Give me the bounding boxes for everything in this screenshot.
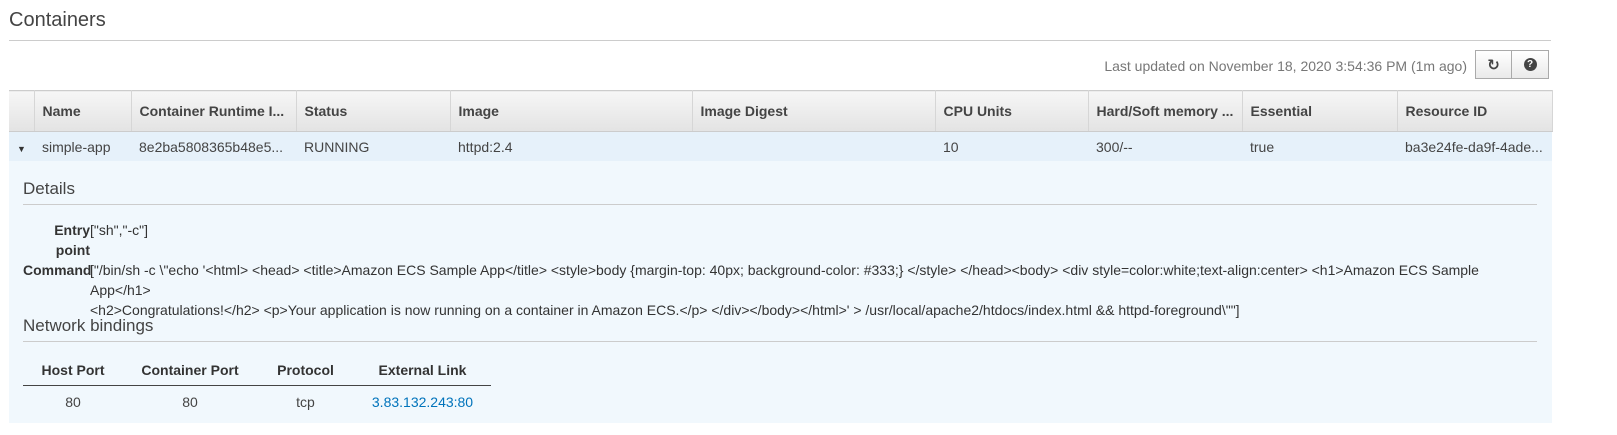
cell-name: simple-app xyxy=(34,131,131,162)
help-button[interactable]: ? xyxy=(1512,50,1549,79)
expand-column-header xyxy=(9,90,35,132)
nb-header-protocol: Protocol xyxy=(257,355,354,386)
column-header-image-digest[interactable]: Image Digest xyxy=(692,90,936,132)
nb-header-container-port: Container Port xyxy=(123,355,257,386)
network-bindings-heading: Network bindings xyxy=(23,316,154,335)
command-line-2: <h2>Congratulations!</h2> <p>Your applic… xyxy=(90,302,1240,318)
nb-container-port: 80 xyxy=(182,394,198,410)
nb-host-port: 80 xyxy=(65,394,81,410)
containers-table: Name Container Runtime I... Status Image… xyxy=(9,90,1553,162)
last-updated-text: Last updated on November 18, 2020 3:54:3… xyxy=(1104,58,1467,74)
cell-cpu-units: 10 xyxy=(935,131,1088,162)
cell-runtime-id: 8e2ba5808365b48e5... xyxy=(131,131,296,162)
refresh-button[interactable]: ↻ xyxy=(1475,50,1512,79)
command-line-1: ["/bin/sh -c \"echo '<html> <head> <titl… xyxy=(90,262,1479,298)
nb-header-row: Host Port Container Port Protocol Extern… xyxy=(23,355,491,386)
command-label: Command xyxy=(23,262,92,278)
cell-resource-id: ba3e24fe-da9f-4ade... xyxy=(1397,131,1552,162)
network-divider xyxy=(23,341,1537,342)
column-header-memory[interactable]: Hard/Soft memory ... xyxy=(1088,90,1243,132)
refresh-icon: ↻ xyxy=(1487,56,1500,74)
column-header-resource-id[interactable]: Resource ID xyxy=(1397,90,1553,132)
command-value: ["/bin/sh -c \"echo '<html> <head> <titl… xyxy=(90,260,1535,320)
column-header-essential[interactable]: Essential xyxy=(1242,90,1398,132)
help-icon: ? xyxy=(1523,58,1537,71)
details-heading: Details xyxy=(23,179,75,198)
cell-essential: true xyxy=(1242,131,1397,162)
column-header-name[interactable]: Name xyxy=(34,90,132,132)
network-bindings-table: Host Port Container Port Protocol Extern… xyxy=(23,355,491,418)
details-divider xyxy=(23,204,1537,205)
nb-header-host-port: Host Port xyxy=(23,355,123,386)
entry-point-label: Entry point xyxy=(54,222,90,258)
nb-header-external-link: External Link xyxy=(354,355,491,386)
title-divider xyxy=(9,40,1551,41)
column-header-cpu-units[interactable]: CPU Units xyxy=(935,90,1089,132)
table-row: 80 80 tcp 3.83.132.243:80 xyxy=(23,386,491,419)
table-row[interactable]: ▼ simple-app 8e2ba5808365b48e5... RUNNIN… xyxy=(9,131,1552,162)
toolbar-buttons: ↻ ? xyxy=(1475,50,1549,79)
table-header-row: Name Container Runtime I... Status Image… xyxy=(9,90,1553,132)
external-link[interactable]: 3.83.132.243:80 xyxy=(372,394,473,410)
cell-status: RUNNING xyxy=(296,131,450,162)
column-header-runtime-id[interactable]: Container Runtime I... xyxy=(131,90,297,132)
nb-protocol: tcp xyxy=(296,394,315,410)
cell-image-digest xyxy=(692,131,935,162)
column-header-status[interactable]: Status xyxy=(296,90,451,132)
container-details-panel: Details Entry point ["sh","-c"] Command … xyxy=(9,161,1552,423)
page-title: Containers xyxy=(9,9,106,31)
cell-image: httpd:2.4 xyxy=(450,131,692,162)
caret-down-icon[interactable]: ▼ xyxy=(17,144,26,154)
entry-point-value: ["sh","-c"] xyxy=(90,222,148,238)
column-header-image[interactable]: Image xyxy=(450,90,693,132)
cell-memory: 300/-- xyxy=(1088,131,1242,162)
